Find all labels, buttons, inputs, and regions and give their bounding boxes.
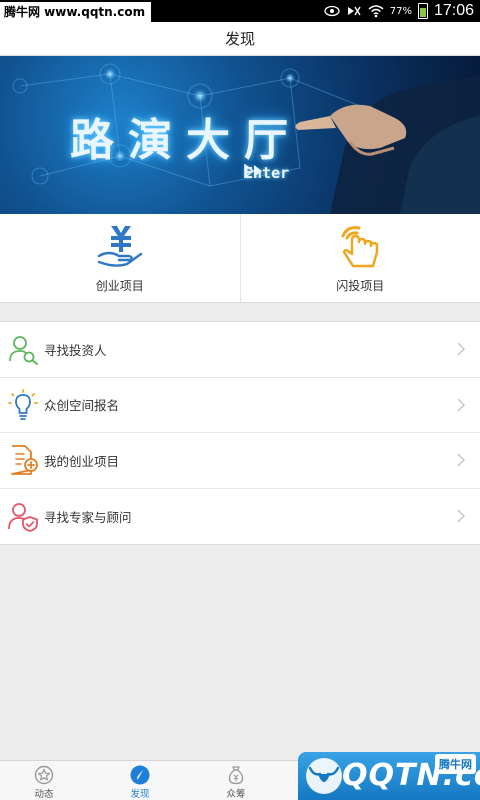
quick-item-label: 闪投项目	[336, 279, 385, 293]
list-item-label: 寻找专家与顾问	[44, 509, 132, 525]
quick-entries: 创业项目 闪投项目	[0, 214, 480, 303]
battery-icon	[417, 3, 428, 19]
list-item-find-experts[interactable]: 寻找专家与顾问	[0, 489, 480, 545]
signal-mute-icon	[346, 4, 362, 18]
watermark-bottom: QQTN.com 腾牛网	[298, 752, 480, 800]
list-item-find-investors[interactable]: 寻找投资人	[0, 322, 480, 378]
eye-icon	[324, 4, 340, 18]
status-time: 17:06	[433, 2, 474, 19]
page-header: 发现	[0, 22, 480, 56]
roadshow-banner[interactable]: 路演大厅 Enter	[0, 56, 480, 214]
tab-label: 众筹	[226, 789, 246, 800]
bull-logo-icon	[304, 756, 344, 796]
tab-feed[interactable]: 动态	[14, 761, 74, 800]
banner-title: 路演大厅	[70, 115, 302, 166]
watermark-badge: 腾牛网	[435, 754, 476, 774]
chevron-right-icon	[456, 397, 466, 413]
battery-level	[419, 8, 426, 17]
banner-enter[interactable]: Enter	[244, 164, 295, 182]
quick-item-flash-projects[interactable]: 闪投项目	[239, 214, 480, 302]
tap-hand-icon	[335, 222, 385, 270]
expert-shield-icon	[6, 499, 40, 533]
chevron-right-icon	[456, 508, 466, 524]
tab-label: 动态	[34, 789, 54, 800]
quick-item-label: 创业项目	[95, 279, 144, 293]
tab-label: 发现	[130, 789, 150, 800]
compass-icon	[130, 765, 150, 785]
chevron-right-icon	[456, 341, 466, 357]
list-item-my-projects[interactable]: 我的创业项目	[0, 433, 480, 489]
list-item-label: 众创空间报名	[44, 398, 120, 414]
quick-item-startup-projects[interactable]: 创业项目	[0, 214, 240, 302]
lightbulb-icon	[6, 388, 40, 422]
list-item-label: 寻找投资人	[44, 342, 107, 358]
document-add-icon	[6, 443, 40, 477]
chevron-right-icon	[456, 452, 466, 468]
list-item-cospace-signup[interactable]: 众创空间报名	[0, 378, 480, 433]
star-icon	[34, 765, 54, 785]
money-bag-icon	[226, 765, 246, 785]
watermark-top: 腾牛网 www.qqtn.com	[0, 2, 152, 22]
status-icons: 77% 17:06	[324, 0, 474, 22]
tab-discover[interactable]: 发现	[110, 761, 170, 800]
feature-list: 寻找投资人 众创空间报名 我的创业项目 寻找专家与顾问	[0, 321, 480, 545]
wifi-icon	[368, 4, 384, 18]
money-hand-icon	[95, 222, 145, 270]
tab-crowdfunding[interactable]: 众筹	[206, 761, 266, 800]
page-title: 发现	[224, 30, 255, 48]
investor-search-icon	[6, 332, 40, 366]
status-bar: 腾牛网 www.qqtn.com 77% 17:06	[0, 0, 480, 22]
list-item-label: 我的创业项目	[44, 453, 120, 469]
battery-percent: 77%	[389, 5, 412, 17]
